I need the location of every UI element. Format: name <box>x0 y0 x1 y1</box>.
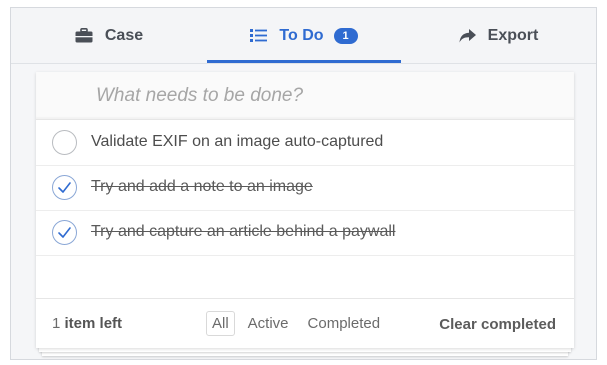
todo-item-text[interactable]: Try and add a note to an image <box>91 178 313 196</box>
tab-case-label: Case <box>104 26 144 44</box>
todo-count-badge: 1 <box>333 27 358 44</box>
app-frame: Case To Do 1 Export What needs to be don… <box>10 7 597 360</box>
todo-item-text[interactable]: Validate EXIF on an image auto-captured <box>91 133 383 151</box>
items-left-number: 1 <box>52 315 61 332</box>
todo-toggle-checkbox[interactable] <box>52 220 77 245</box>
tab-bar: Case To Do 1 Export <box>11 8 596 64</box>
tab-todo-label: To Do <box>279 26 324 44</box>
filter-all[interactable]: All <box>206 311 235 336</box>
items-left-label: item left <box>64 315 123 332</box>
tab-case[interactable]: Case <box>11 8 207 63</box>
tab-export[interactable]: Export <box>401 8 596 63</box>
todo-item: Validate EXIF on an image auto-captured <box>36 121 574 166</box>
filter-group: All Active Completed <box>206 311 393 336</box>
new-todo-input[interactable] <box>36 72 574 120</box>
todo-toggle-checkbox[interactable] <box>52 130 77 155</box>
briefcase-icon <box>75 28 93 43</box>
todo-toggle-checkbox[interactable] <box>52 175 77 200</box>
todo-card: Validate EXIF on an image auto-captured … <box>36 72 574 348</box>
tab-todo[interactable]: To Do 1 <box>207 8 401 63</box>
active-tab-indicator <box>207 60 401 63</box>
tab-export-label: Export <box>487 26 539 44</box>
todo-item-text[interactable]: Try and capture an article behind a payw… <box>91 223 395 241</box>
clear-completed-button[interactable]: Clear completed <box>439 316 556 333</box>
filter-active[interactable]: Active <box>242 311 295 336</box>
share-arrow-icon <box>459 28 476 43</box>
items-left-count: 1 item left <box>52 315 122 332</box>
filter-completed[interactable]: Completed <box>302 311 387 336</box>
list-icon <box>250 28 268 43</box>
todo-item: Try and capture an article behind a payw… <box>36 211 574 256</box>
todo-footer: 1 item left All Active Completed Clear c… <box>36 298 574 348</box>
todo-item: Try and add a note to an image <box>36 166 574 211</box>
